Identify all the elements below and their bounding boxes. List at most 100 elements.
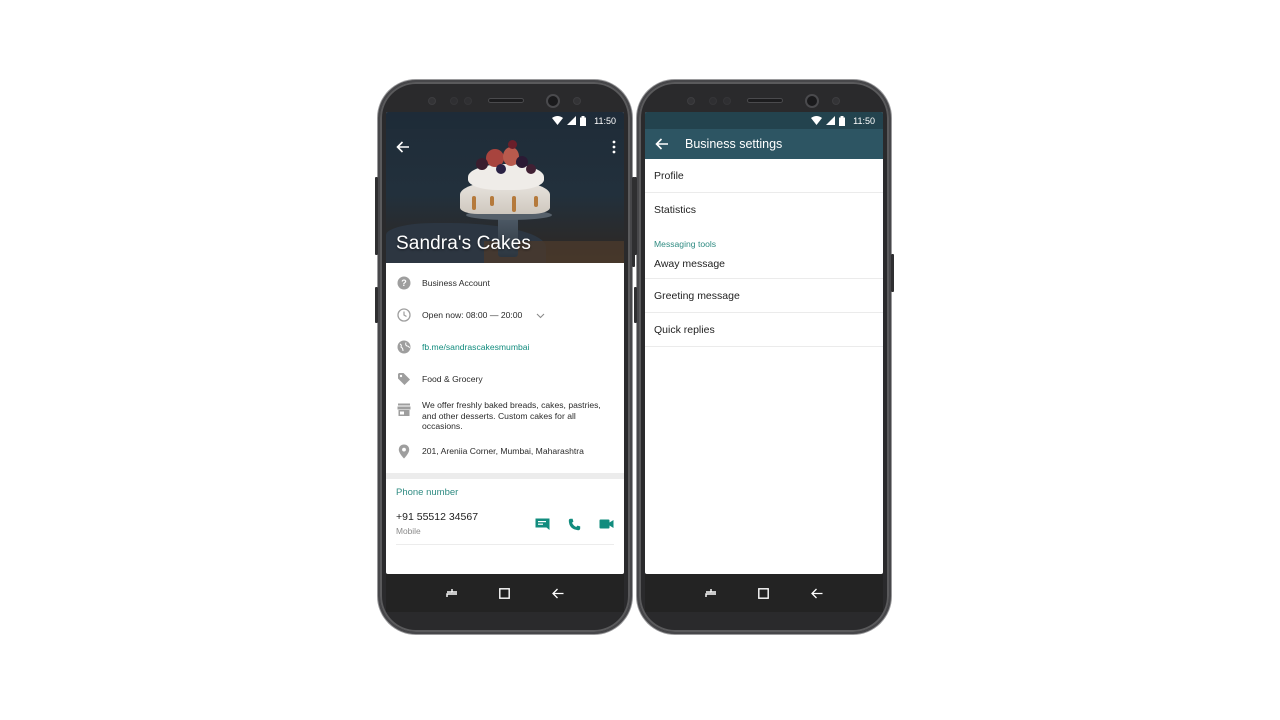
help-circle-icon: ?: [396, 275, 412, 291]
status-time: 11:50: [594, 115, 616, 126]
messaging-tools-header: Messaging tools: [654, 239, 717, 249]
battery-icon: [580, 115, 587, 126]
iris-camera: [573, 97, 581, 105]
home-button[interactable]: [497, 585, 513, 601]
bixby-button: [375, 287, 378, 323]
iris-sensor: [687, 97, 695, 105]
recents-button[interactable]: [444, 585, 460, 601]
android-nav-bar: [645, 574, 883, 612]
berry: [496, 164, 506, 174]
back-button[interactable]: [396, 140, 410, 154]
clock-icon: [396, 307, 412, 323]
settings-app-bar: 11:50 Business settings: [645, 112, 883, 159]
status-bar: 11:50: [645, 112, 883, 129]
proximity-sensor: [709, 97, 717, 105]
video-call-button[interactable]: [598, 516, 614, 532]
volume-button: [634, 177, 637, 255]
phone-number: +91 55512 34567: [396, 511, 479, 523]
battery-icon: [839, 115, 846, 126]
home-icon: [758, 587, 770, 599]
top-bezel: [639, 82, 889, 112]
status-time: 11:50: [853, 115, 875, 126]
bixby-button: [634, 287, 637, 323]
nav-back-button[interactable]: [809, 585, 825, 601]
back-button[interactable]: [655, 137, 669, 151]
phone-right: 11:50 Business settings Profile Statisti…: [634, 80, 894, 634]
recents-icon: [446, 589, 458, 597]
business-info-list: ? Business Account Open now: 08:00 — 20:…: [386, 263, 624, 467]
earpiece: [488, 98, 524, 103]
more-options-button[interactable]: [612, 140, 616, 154]
wifi-icon: [552, 116, 564, 125]
signal-icon: [567, 116, 577, 125]
description-text: We offer freshly baked breads, cakes, pa…: [422, 400, 601, 432]
iris-camera: [832, 97, 840, 105]
phone-left: 11:50 Sandra's Cakes ? Business Account …: [375, 80, 635, 634]
video-icon: [599, 519, 613, 529]
category-text: Food & Grocery: [422, 373, 483, 384]
phone-number-section: Phone number +91 55512 34567 Mobile: [386, 479, 624, 545]
settings-item-greeting-message[interactable]: Greeting message: [645, 279, 883, 313]
nav-back-button[interactable]: [550, 585, 566, 601]
hours-text: Open now: 08:00 — 20:00: [422, 309, 523, 320]
message-icon: [535, 518, 549, 530]
wifi-icon: [811, 116, 823, 125]
arrow-left-icon: [396, 141, 409, 153]
website-link[interactable]: fb.me/sandrascakesmumbai: [422, 342, 529, 353]
phone-icon: [568, 518, 580, 530]
info-row-website[interactable]: fb.me/sandrascakesmumbai: [386, 331, 624, 363]
berry: [526, 164, 536, 174]
address-text: 201, Areniia Corner, Mumbai, Maharashtra: [422, 445, 584, 456]
home-button[interactable]: [756, 585, 772, 601]
hero-toolbar: [386, 134, 624, 160]
location-pin-icon: [396, 443, 412, 459]
settings-item-away-message[interactable]: Away message: [645, 249, 883, 279]
back-icon: [551, 588, 564, 598]
light-sensor: [723, 97, 731, 105]
tag-icon: [396, 371, 412, 387]
cake-drip: [534, 196, 538, 207]
status-bar: 11:50: [386, 112, 624, 129]
message-button[interactable]: [534, 516, 550, 532]
recents-button[interactable]: [703, 585, 719, 601]
phone-number-row: +91 55512 34567 Mobile: [396, 511, 614, 545]
back-icon: [810, 588, 823, 598]
business-name: Sandra's Cakes: [396, 233, 531, 254]
account-type-text: Business Account: [422, 277, 490, 288]
home-icon: [499, 587, 511, 599]
profile-hero: 11:50 Sandra's Cakes: [386, 112, 624, 263]
business-settings-screen: 11:50 Business settings Profile Statisti…: [645, 112, 883, 574]
globe-icon: [396, 339, 412, 355]
power-button: [891, 254, 894, 292]
profile-screen: 11:50 Sandra's Cakes ? Business Account …: [386, 112, 624, 574]
info-row-category: Food & Grocery: [386, 363, 624, 395]
settings-toolbar: Business settings: [645, 129, 883, 159]
info-row-hours[interactable]: Open now: 08:00 — 20:00: [386, 299, 624, 331]
svg-text:?: ?: [401, 278, 407, 288]
info-row-account-type: ? Business Account: [386, 267, 624, 299]
top-bezel: [380, 82, 630, 112]
volume-button: [375, 177, 378, 255]
settings-item-quick-replies[interactable]: Quick replies: [645, 313, 883, 347]
info-row-address[interactable]: 201, Areniia Corner, Mumbai, Maharashtra: [386, 435, 624, 467]
settings-list: Profile Statistics Messaging tools Away …: [645, 159, 883, 347]
chevron-down-icon[interactable]: [536, 306, 545, 324]
arrow-left-icon: [655, 138, 668, 150]
iris-sensor: [428, 97, 436, 105]
phone-actions: [534, 511, 614, 532]
proximity-sensor: [450, 97, 458, 105]
earpiece: [747, 98, 783, 103]
info-row-description: We offer freshly baked breads, cakes, pa…: [386, 395, 624, 435]
front-camera: [546, 94, 560, 108]
cake-drip: [512, 196, 516, 212]
phone-number-header: Phone number: [396, 487, 459, 498]
front-camera: [805, 94, 819, 108]
phone-type: Mobile: [396, 526, 421, 536]
settings-item-profile[interactable]: Profile: [645, 159, 883, 193]
signal-icon: [826, 116, 836, 125]
cake-drip: [472, 196, 476, 210]
cake-drip: [490, 196, 494, 206]
call-button[interactable]: [566, 516, 582, 532]
settings-item-statistics[interactable]: Statistics: [645, 193, 883, 227]
android-nav-bar: [386, 574, 624, 612]
